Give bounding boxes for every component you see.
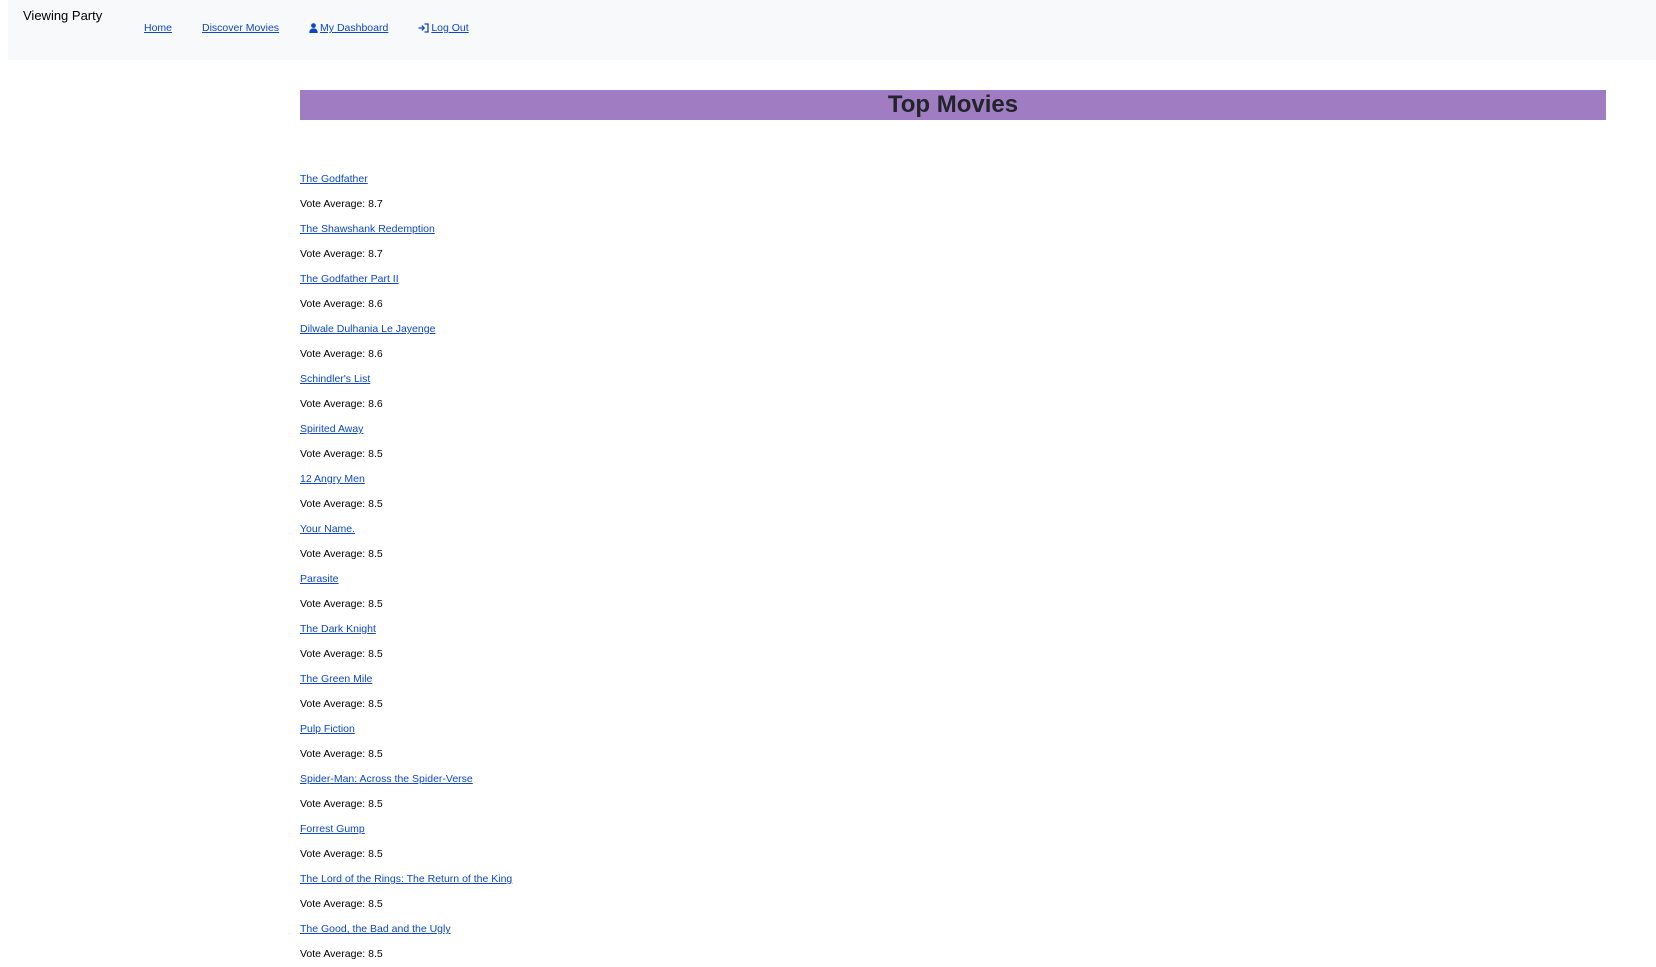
page-title-bar: Top Movies (300, 90, 1606, 120)
movie-list-item: Spider-Man: Across the Spider-Verse Vote … (300, 767, 1606, 817)
nav-log-out-link[interactable]: Log Out (418, 22, 469, 34)
vote-average-text: Vote Average: 8.5 (300, 798, 383, 810)
vote-average-text: Vote Average: 8.5 (300, 698, 383, 710)
vote-average-text: Vote Average: 8.5 (300, 448, 383, 460)
movie-title-link[interactable]: The Good, the Bad and the Ugly (300, 917, 1606, 942)
vote-average-text: Vote Average: 8.7 (300, 248, 383, 260)
movie-list-item: The Shawshank Redemption Vote Average: 8.… (300, 217, 1606, 267)
vote-average-text: Vote Average: 8.5 (300, 848, 383, 860)
movie-title-link[interactable]: Spider-Man: Across the Spider-Verse (300, 767, 1606, 792)
movie-title-link[interactable]: The Godfather Part II (300, 267, 1606, 292)
vote-average-text: Vote Average: 8.6 (300, 398, 383, 410)
movie-list-item: The Green Mile Vote Average: 8.5 (300, 667, 1606, 717)
vote-average-text: Vote Average: 8.5 (300, 748, 383, 760)
nav-logout-label: Log Out (431, 22, 469, 34)
movie-list-item: The Good, the Bad and the Ugly Vote Avera… (300, 917, 1606, 967)
movie-title-link[interactable]: The Shawshank Redemption (300, 217, 1606, 242)
movie-title-link[interactable]: 12 Angry Men (300, 467, 1606, 492)
movie-list-item: Dilwale Dulhania Le Jayenge Vote Average:… (300, 317, 1606, 367)
nav-home-link[interactable]: Home (144, 22, 172, 34)
movie-title-link[interactable]: Forrest Gump (300, 817, 1606, 842)
movie-list-item: Schindler's List Vote Average: 8.6 (300, 367, 1606, 417)
movie-list-item: Spirited Away Vote Average: 8.5 (300, 417, 1606, 467)
vote-average-text: Vote Average: 8.6 (300, 348, 383, 360)
log-out-icon (418, 23, 429, 33)
movie-list-item: The Godfather Vote Average: 8.7 (300, 167, 1606, 217)
main-content: Top Movies The Godfather Vote Average: 8.… (300, 90, 1606, 967)
nav-my-dashboard-link[interactable]: My Dashboard (309, 22, 388, 34)
vote-average-text: Vote Average: 8.5 (300, 948, 383, 960)
vote-average-text: Vote Average: 8.5 (300, 598, 383, 610)
movie-list-item: Parasite Vote Average: 8.5 (300, 567, 1606, 617)
movie-list: The Godfather Vote Average: 8.7 The Shawsh… (300, 167, 1606, 967)
vote-average-text: Vote Average: 8.6 (300, 298, 383, 310)
user-icon (309, 23, 318, 33)
page-title: Top Movies (887, 91, 1019, 118)
movie-title-link[interactable]: The Lord of the Rings: The Return of the… (300, 867, 1606, 892)
movie-title-link[interactable]: Parasite (300, 567, 1606, 592)
movie-title-link[interactable]: The Green Mile (300, 667, 1606, 692)
navbar: Viewing Party Home Discover Movies My Da… (8, 0, 1656, 60)
movie-list-item: The Godfather Part II Vote Average: 8.6 (300, 267, 1606, 317)
vote-average-text: Vote Average: 8.7 (300, 198, 383, 210)
movie-list-item: Forrest Gump Vote Average: 8.5 (300, 817, 1606, 867)
brand-link[interactable]: Viewing Party (23, 8, 102, 23)
movie-title-link[interactable]: Spirited Away (300, 417, 1606, 442)
movie-title-link[interactable]: Your Name. (300, 517, 1606, 542)
vote-average-text: Vote Average: 8.5 (300, 548, 383, 560)
vote-average-text: Vote Average: 8.5 (300, 498, 383, 510)
movie-title-link[interactable]: The Godfather (300, 167, 1606, 192)
nav-links: Home Discover Movies My Dashboard Log Ou… (144, 22, 499, 34)
movie-list-item: Pulp Fiction Vote Average: 8.5 (300, 717, 1606, 767)
movie-title-link[interactable]: The Dark Knight (300, 617, 1606, 642)
movie-list-item: The Dark Knight Vote Average: 8.5 (300, 617, 1606, 667)
movie-list-item: 12 Angry Men Vote Average: 8.5 (300, 467, 1606, 517)
vote-average-text: Vote Average: 8.5 (300, 898, 383, 910)
movie-title-link[interactable]: Schindler's List (300, 367, 1606, 392)
nav-discover-movies-link[interactable]: Discover Movies (202, 22, 279, 34)
movie-list-item: Your Name. Vote Average: 8.5 (300, 517, 1606, 567)
nav-discover-label: Discover Movies (202, 22, 280, 34)
nav-dashboard-label: My Dashboard (320, 22, 389, 34)
movie-title-link[interactable]: Dilwale Dulhania Le Jayenge (300, 317, 1606, 342)
movie-list-item: The Lord of the Rings: The Return of the… (300, 867, 1606, 917)
movie-title-link[interactable]: Pulp Fiction (300, 717, 1606, 742)
nav-home-label: Home (144, 22, 173, 34)
vote-average-text: Vote Average: 8.5 (300, 648, 383, 660)
